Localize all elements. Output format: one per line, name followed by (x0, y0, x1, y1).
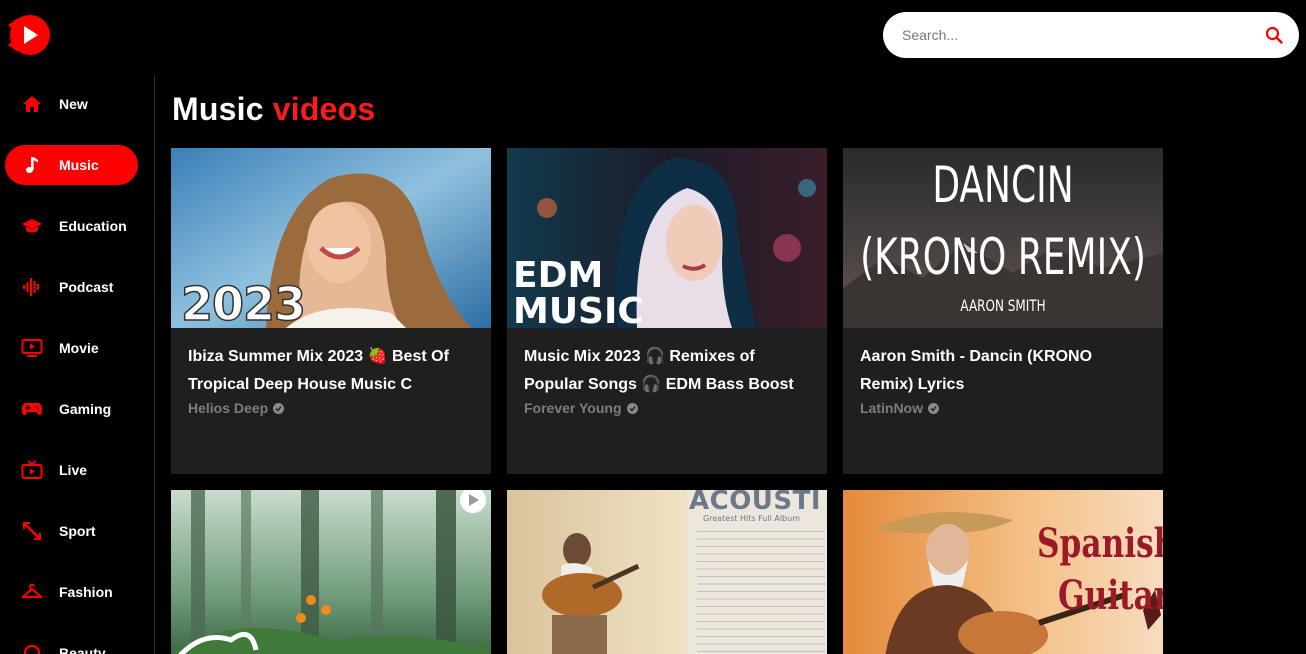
sidebar: New Music Education Podcast Movie Gaming (0, 74, 155, 654)
channel-label[interactable]: Forever Young (524, 400, 622, 416)
page-title-main: Music (172, 91, 264, 127)
sidebar-item-new[interactable]: New (5, 84, 138, 124)
tv-play-icon (21, 337, 43, 359)
channel-name[interactable]: Forever Young (524, 400, 811, 416)
video-card[interactable]: Spanish Guitar (843, 490, 1163, 654)
thumbnail-caption-title: DANCIN (932, 156, 1074, 214)
thumbnail-caption: ACOUSTI (689, 490, 822, 516)
sidebar-item-label: Sport (59, 523, 96, 539)
tracklist-graphic (697, 526, 825, 654)
sidebar-item-movie[interactable]: Movie (5, 328, 138, 368)
video-thumbnail[interactable]: 2023 (171, 148, 491, 328)
thumbnail-subcaption: Greatest Hits Full Album (703, 514, 800, 523)
video-card[interactable]: DANCIN (KRONO REMIX) AARON SMITH Aaron S… (843, 148, 1163, 474)
sidebar-item-education[interactable]: Education (5, 206, 138, 246)
sidebar-item-label: Music (59, 157, 99, 173)
search-input[interactable] (902, 27, 1263, 43)
video-title[interactable]: Ibiza Summer Mix 2023 🍓 Best Of Tropical… (188, 343, 475, 399)
video-thumbnail[interactable]: ACOUSTI Greatest Hits Full Album (507, 490, 827, 654)
thumbnail-caption: EDM MUSIC (513, 255, 644, 329)
verified-check-icon (273, 402, 285, 414)
thumbnail-caption: 2023 (180, 276, 307, 328)
app-logo[interactable] (4, 12, 50, 58)
channel-label[interactable]: Helios Deep (188, 400, 268, 416)
video-card[interactable]: ACOUSTI Greatest Hits Full Album (507, 490, 827, 654)
channel-name[interactable]: LatinNow (860, 400, 1147, 416)
sidebar-item-label: Beauty (59, 645, 106, 654)
thumbnail-caption-artist: AARON SMITH (960, 296, 1046, 315)
sidebar-item-label: Podcast (59, 279, 114, 295)
sidebar-item-label: Education (59, 218, 127, 234)
sidebar-item-label: Live (59, 462, 88, 478)
page-title-accent: videos (272, 91, 376, 127)
channel-label[interactable]: LatinNow (860, 400, 923, 416)
sidebar-item-live[interactable]: Live (5, 450, 138, 490)
sport-icon (21, 520, 43, 542)
graduation-cap-icon (21, 215, 43, 237)
channel-name[interactable]: Helios Deep (188, 400, 475, 416)
video-card[interactable]: 2023 Ibiza Summer Mix 2023 🍓 Best Of Tro… (171, 148, 491, 474)
sidebar-item-label: Gaming (59, 401, 112, 417)
search-bar[interactable] (883, 12, 1299, 58)
thumbnail-caption-remix: (KRONO REMIX) (860, 228, 1146, 286)
music-note-icon (21, 154, 43, 176)
sidebar-item-beauty[interactable]: Beauty (5, 633, 138, 654)
thumbnail-caption-subtitle: Guitar (1058, 572, 1163, 619)
live-tv-icon (21, 459, 43, 481)
sidebar-item-music[interactable]: Music (5, 145, 138, 185)
sidebar-item-gaming[interactable]: Gaming (5, 389, 138, 429)
page-title: Music videos (172, 91, 375, 128)
beauty-icon (21, 642, 43, 654)
video-card[interactable] (171, 490, 491, 654)
sidebar-item-podcast[interactable]: Podcast (5, 267, 138, 307)
sidebar-item-label: New (59, 96, 88, 112)
video-thumbnail[interactable]: Spanish Guitar (843, 490, 1163, 654)
verified-check-icon (626, 402, 638, 414)
sound-wave-icon (21, 276, 43, 298)
sidebar-item-fashion[interactable]: Fashion (5, 572, 138, 612)
sidebar-item-label: Movie (59, 340, 99, 356)
hanger-icon (21, 581, 43, 603)
verified-check-icon (928, 402, 939, 414)
video-thumbnail[interactable] (171, 490, 491, 654)
sidebar-item-sport[interactable]: Sport (5, 511, 138, 551)
gamepad-icon (21, 398, 43, 420)
video-title[interactable]: Music Mix 2023 🎧 Remixes of Popular Song… (524, 343, 811, 399)
sidebar-item-label: Fashion (59, 584, 113, 600)
video-card[interactable]: EDM MUSIC Music Mix 2023 🎧 Remixes of Po… (507, 148, 827, 474)
thumbnail-caption-title: Spanish (1037, 520, 1163, 567)
video-thumbnail[interactable]: EDM MUSIC (507, 148, 827, 328)
home-icon (21, 93, 43, 115)
search-icon[interactable] (1263, 24, 1285, 46)
video-title[interactable]: Aaron Smith - Dancin (KRONO Remix) Lyric… (860, 343, 1147, 399)
video-thumbnail[interactable]: DANCIN (KRONO REMIX) AARON SMITH (843, 148, 1163, 328)
